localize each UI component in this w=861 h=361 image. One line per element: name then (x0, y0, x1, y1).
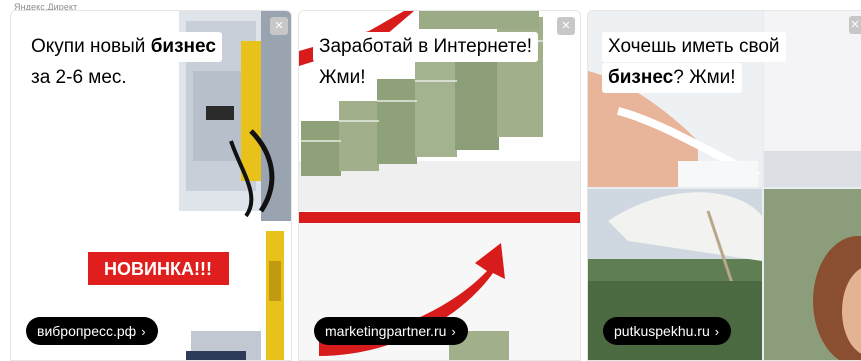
close-icon: × (561, 17, 571, 34)
close-icon: × (274, 17, 284, 34)
close-ad-button[interactable]: × (270, 17, 288, 35)
novinka-badge: НОВИНКА!!! (104, 259, 212, 279)
ad-domain-link[interactable]: putkuspekhu.ru › (603, 317, 732, 345)
ad-headline[interactable]: Хочешь иметь свой бизнес? Жми! (602, 32, 786, 94)
close-ad-button[interactable]: × (849, 16, 861, 34)
ad-headline[interactable]: Окупи новый бизнес за 2-6 мес. (25, 32, 222, 94)
headline-line-1: Заработай в Интернете! (313, 32, 539, 62)
ad-headline[interactable]: Заработай в Интернете! Жми! (313, 32, 539, 94)
chevron-right-icon: › (141, 324, 146, 339)
chevron-right-icon: › (714, 324, 720, 339)
close-icon: × (850, 16, 860, 33)
headline-line-2: за 2-6 мес. (25, 63, 133, 93)
ad-card-putkuspekhu[interactable]: Хочешь иметь свой бизнес? Жми! putkuspek… (587, 10, 861, 361)
headline-line-2: бизнес? Жми! (602, 63, 742, 93)
headline-line-2: Жми! (313, 63, 372, 93)
close-ad-button[interactable]: × (557, 17, 575, 35)
ad-card-vibropress[interactable]: НОВИНКА!!! × Окупи новый бизнес за 2-6 м… (10, 10, 292, 361)
ad-domain-link[interactable]: marketingpartner.ru › (314, 317, 468, 345)
chevron-right-icon: › (451, 324, 456, 339)
headline-line-1: Окупи новый бизнес (25, 32, 222, 62)
ad-domain-link[interactable]: вибропресс.рф › (26, 317, 158, 345)
ad-card-marketingpartner[interactable]: × Заработай в Интернете! Жми! marketingp… (298, 10, 581, 361)
headline-line-1: Хочешь иметь свой (602, 32, 786, 62)
